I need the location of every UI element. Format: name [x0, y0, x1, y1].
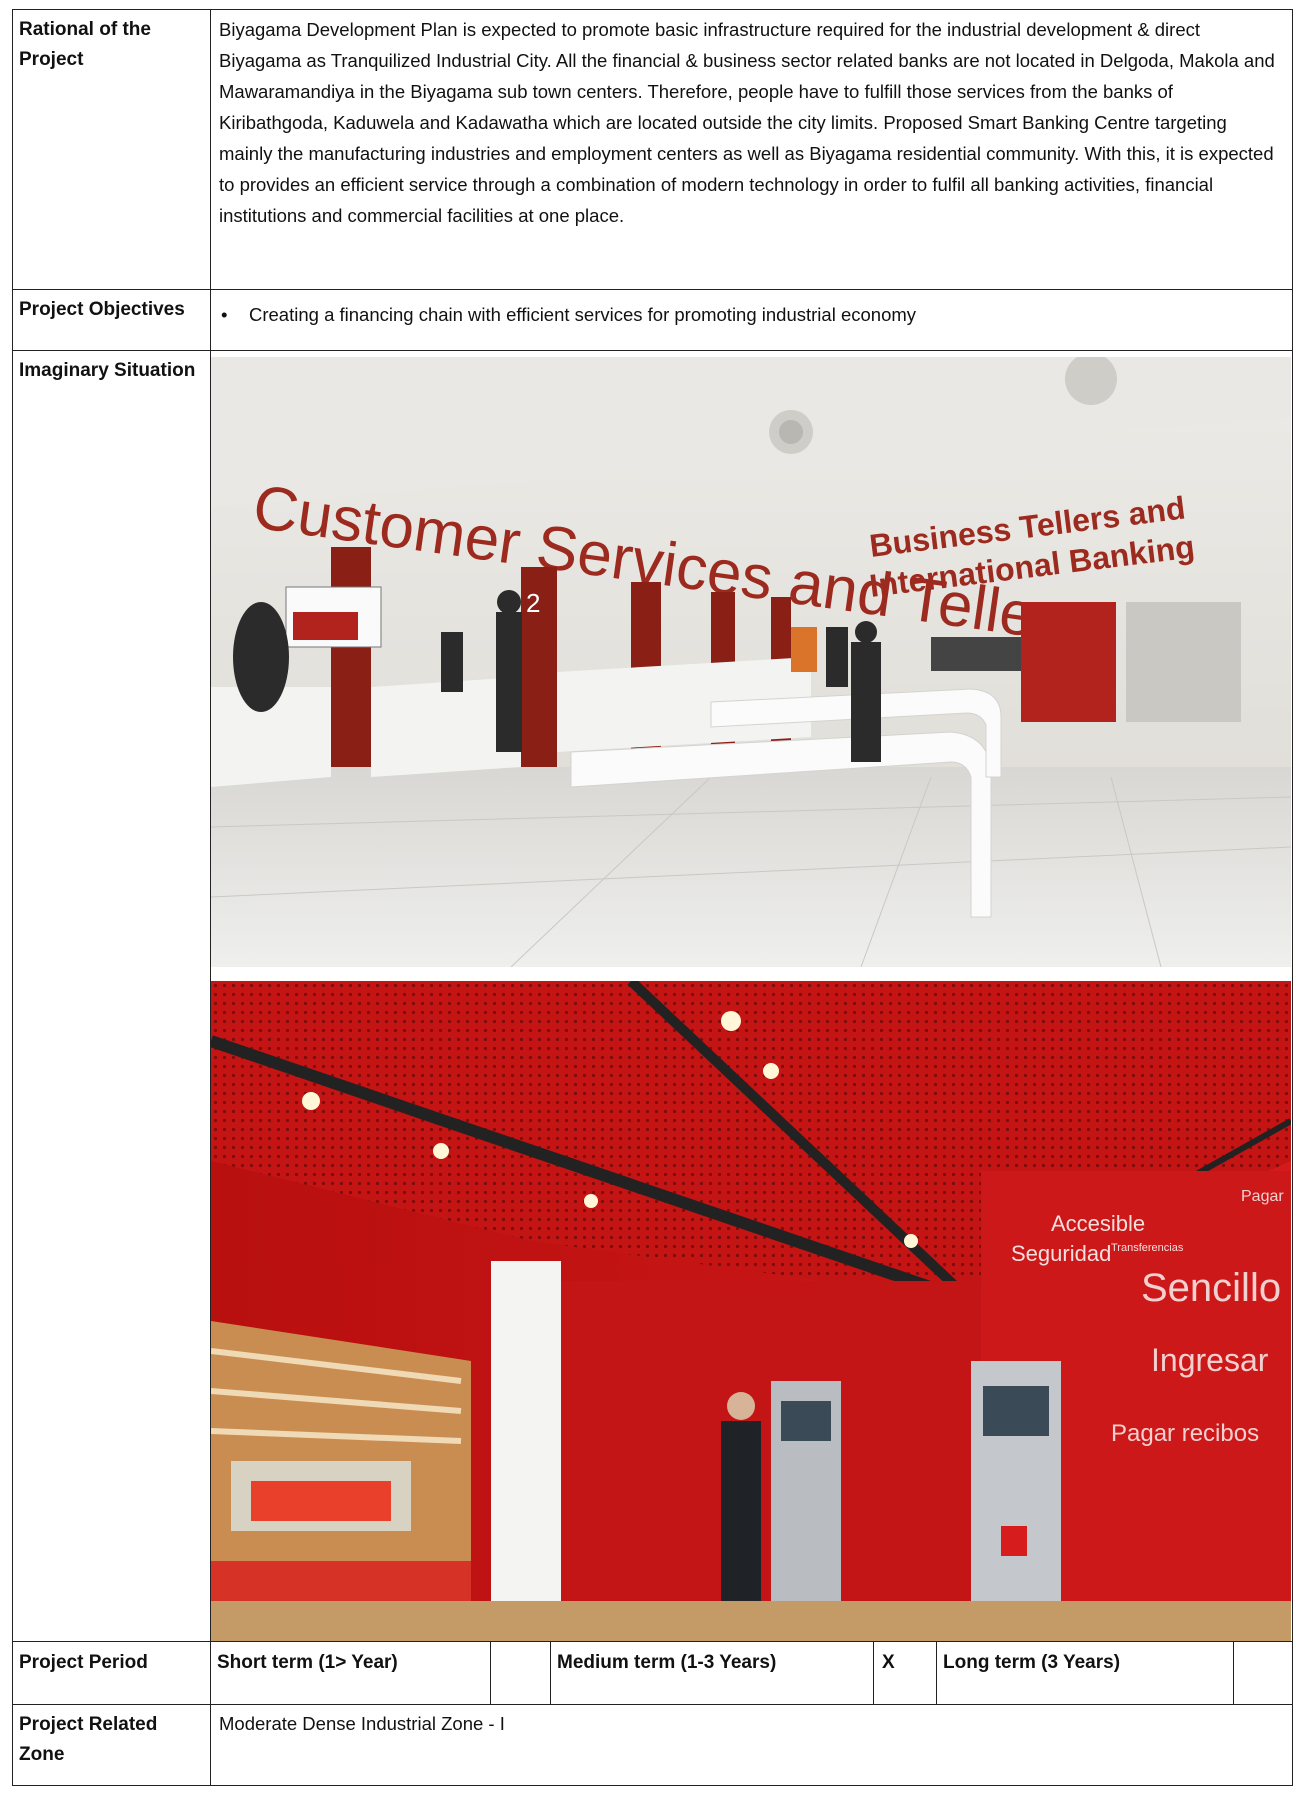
period-label: Project Period [12, 1641, 211, 1705]
period-row: Project Period Short term (1> Year) Medi… [12, 1641, 1294, 1705]
rationale-text: Biyagama Development Plan is expected to… [209, 9, 1294, 290]
period-short: Short term (1> Year) [210, 1641, 491, 1705]
wall-word-ingresar: Ingresar [1151, 1342, 1269, 1378]
bank-hall-photo: Customer Services and Tellers Business T… [211, 357, 1291, 967]
imaginary-label: Imaginary Situation [12, 350, 211, 1642]
period-medium-mark: X [873, 1641, 937, 1705]
imaginary-photos: Customer Services and Tellers Business T… [209, 350, 1294, 1642]
period-short-mark [490, 1641, 551, 1705]
wall-word-sencillo: Sencillo [1141, 1266, 1281, 1310]
objective-item: Creating a financing chain with efficien… [249, 304, 917, 325]
objectives-list: • Creating a financing chain with efficie… [209, 289, 1294, 351]
period-medium: Medium term (1-3 Years) [550, 1641, 874, 1705]
wall-word-pagar-recibos: Pagar recibos [1111, 1420, 1259, 1447]
rationale-label: Rational of the Project [12, 9, 211, 290]
project-sheet: Rational of the Project Biyagama Develop… [0, 0, 1303, 1796]
wall-word-accesible: Accesible [1051, 1211, 1145, 1236]
imaginary-row: Imaginary Situation Customer Services an… [12, 350, 1294, 1642]
zone-value: Moderate Dense Industrial Zone - I [209, 1704, 1294, 1786]
rationale-row: Rational of the Project Biyagama Develop… [12, 9, 1294, 290]
zone-label: Project Related Zone [12, 1704, 211, 1786]
period-long: Long term (3 Years) [936, 1641, 1234, 1705]
bullet-icon: • [221, 304, 228, 325]
objectives-label: Project Objectives [12, 289, 211, 351]
objectives-row: Project Objectives • Creating a financing… [12, 289, 1294, 351]
zone-row: Project Related Zone Moderate Dense Indu… [12, 1704, 1294, 1786]
counter-number: 2 [526, 588, 540, 618]
wall-word-pagar: Pagar [1241, 1188, 1284, 1205]
wall-word-transferencias: Transferencias [1111, 1242, 1184, 1254]
period-long-mark [1232, 1641, 1294, 1705]
photo-gap [211, 967, 1292, 981]
wall-word-seguridad: Seguridad [1011, 1241, 1111, 1266]
atm-lobby-photo: Accesible Seguridad Transferencias Senci… [211, 981, 1291, 1641]
project-table: Rational of the Project Biyagama Develop… [12, 9, 1294, 1786]
